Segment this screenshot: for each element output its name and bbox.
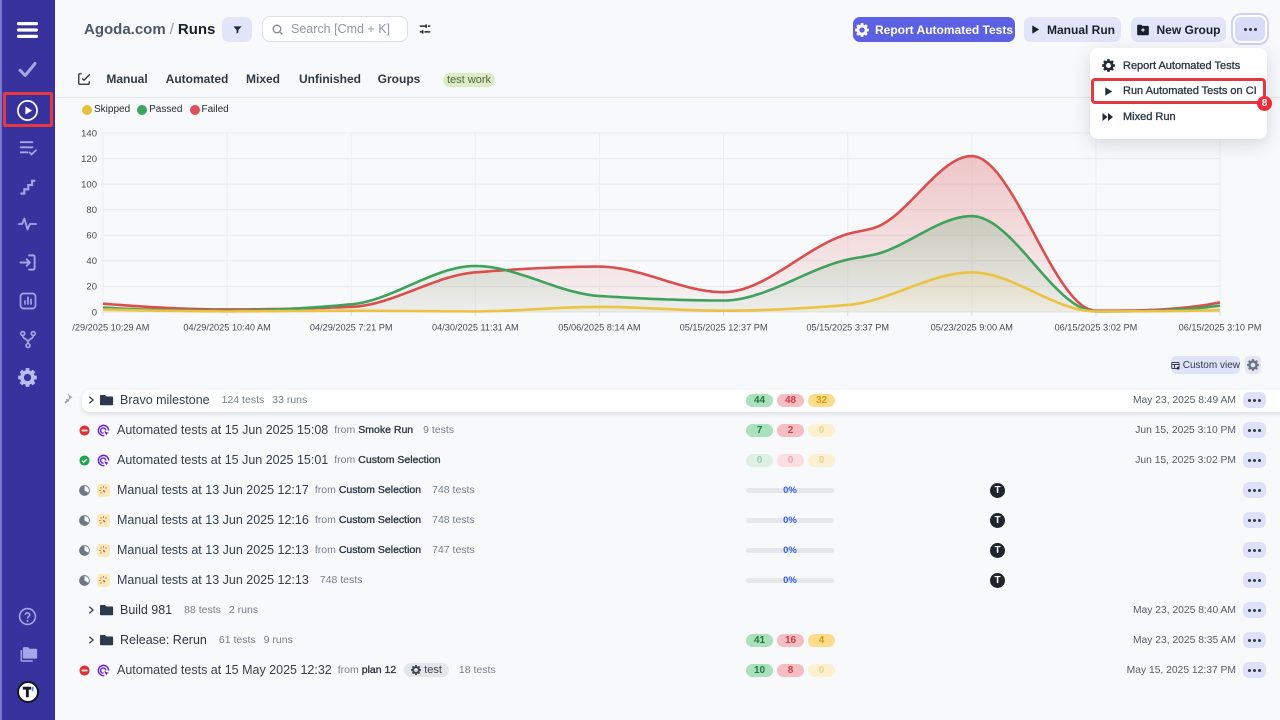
svg-text:60: 60 xyxy=(86,231,97,242)
svg-text:20: 20 xyxy=(86,282,97,293)
svg-text:04/30/2025 11:31 AM: 04/30/2025 11:31 AM xyxy=(432,323,519,333)
svg-text:140: 140 xyxy=(81,128,97,139)
svg-text:06/15/2025 3:02 PM: 06/15/2025 3:02 PM xyxy=(1055,323,1138,333)
svg-text:04/29/2025 7:21 PM: 04/29/2025 7:21 PM xyxy=(310,323,393,333)
svg-text:05/06/2025 8:14 AM: 05/06/2025 8:14 AM xyxy=(558,323,640,333)
svg-text:80: 80 xyxy=(86,205,97,216)
svg-text:40: 40 xyxy=(86,256,97,267)
svg-text:100: 100 xyxy=(81,179,97,190)
svg-text:120: 120 xyxy=(81,154,97,165)
svg-text:06/15/2025 3:10 PM: 06/15/2025 3:10 PM xyxy=(1179,323,1262,333)
svg-text:04/29/2025 10:40 AM: 04/29/2025 10:40 AM xyxy=(183,323,270,333)
svg-text:05/15/2025 3:37 PM: 05/15/2025 3:37 PM xyxy=(806,323,889,333)
svg-text:05/15/2025 12:37 PM: 05/15/2025 12:37 PM xyxy=(680,323,768,333)
svg-text:05/23/2025 9:00 AM: 05/23/2025 9:00 AM xyxy=(931,323,1013,333)
svg-text:/29/2025 10:29 AM: /29/2025 10:29 AM xyxy=(72,323,149,333)
svg-text:0: 0 xyxy=(92,307,97,318)
